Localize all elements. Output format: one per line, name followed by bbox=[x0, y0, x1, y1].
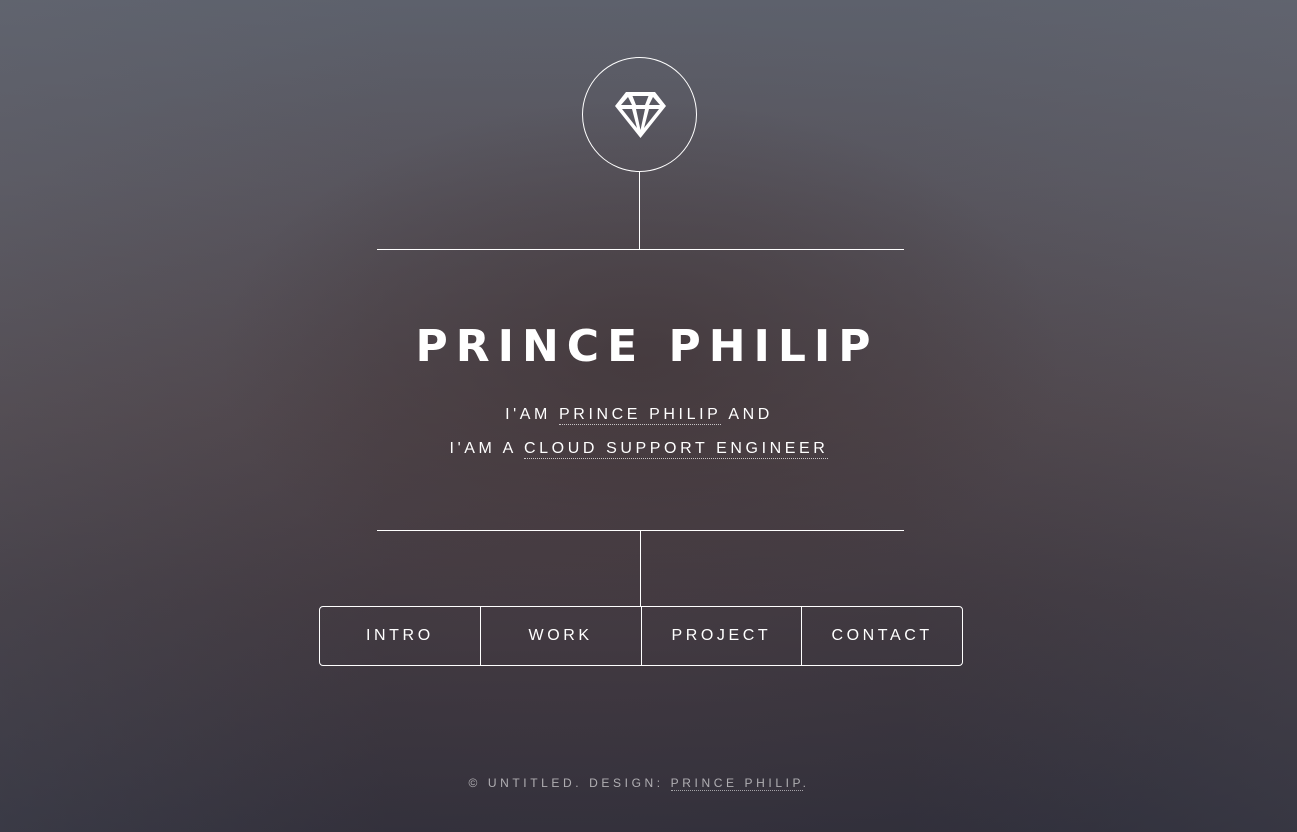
footer-trailing: . bbox=[802, 776, 810, 790]
divider-top bbox=[377, 249, 904, 250]
nav-item-intro[interactable]: INTRO bbox=[320, 607, 480, 665]
nav-item-contact[interactable]: CONTACT bbox=[801, 607, 962, 665]
nav-item-work[interactable]: WORK bbox=[479, 607, 641, 665]
connector-bottom-vertical bbox=[640, 530, 641, 606]
intro-line-2: I'AM A CLOUD SUPPORT ENGINEER bbox=[0, 439, 1278, 459]
name-link[interactable]: PRINCE PHILIP bbox=[559, 406, 722, 425]
footer: © UNTITLED. DESIGN: PRINCE PHILIP. bbox=[0, 774, 1278, 792]
intro-line-2-prefix: I'AM A bbox=[449, 440, 516, 457]
role-link[interactable]: CLOUD SUPPORT ENGINEER bbox=[524, 440, 829, 459]
logo bbox=[582, 57, 697, 172]
nav-item-project[interactable]: PROJECT bbox=[640, 607, 802, 665]
connector-top-vertical bbox=[639, 172, 640, 249]
main-nav: INTRO WORK PROJECT CONTACT bbox=[319, 606, 963, 666]
intro-line-1-suffix: AND bbox=[728, 406, 773, 423]
diamond-icon bbox=[615, 92, 666, 138]
footer-copyright: © UNTITLED. DESIGN: bbox=[468, 776, 664, 790]
intro-line-1: I'AM PRINCE PHILIP AND bbox=[0, 405, 1278, 425]
intro-line-1-prefix: I'AM bbox=[505, 406, 551, 423]
page-title: PRINCE PHILIP bbox=[415, 321, 879, 372]
footer-designer-link[interactable]: PRINCE PHILIP bbox=[670, 776, 803, 791]
